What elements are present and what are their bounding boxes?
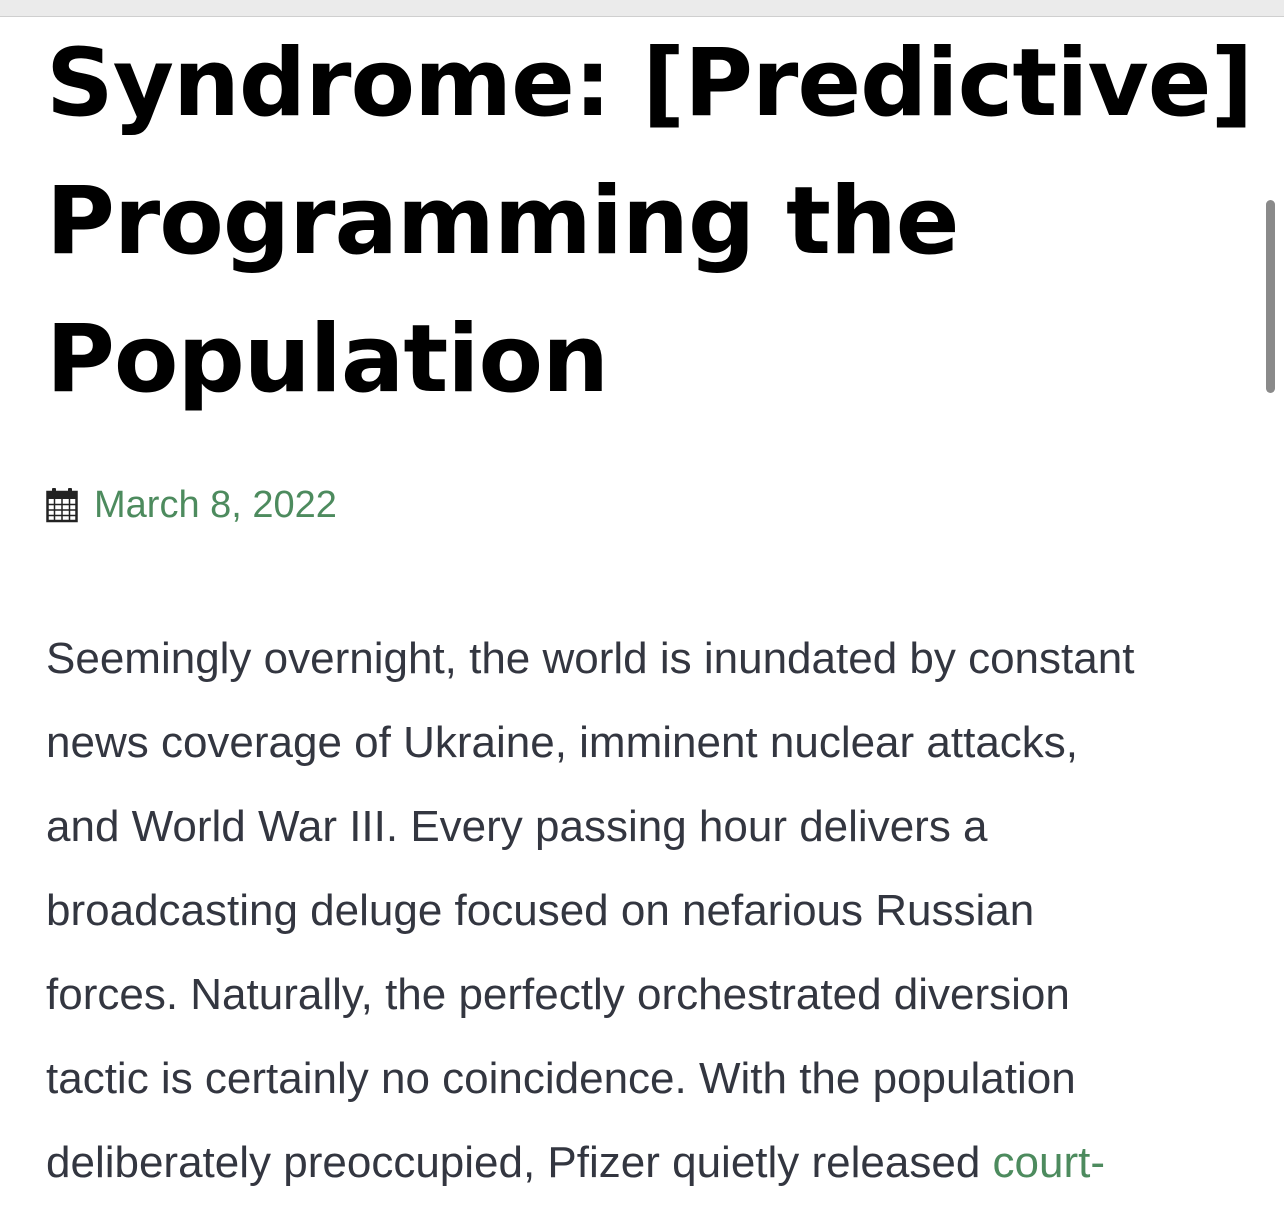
page-title-line: Population bbox=[46, 305, 609, 414]
post-meta: March 8, 2022 bbox=[46, 480, 337, 530]
court-documents-link[interactable]: court- bbox=[993, 1138, 1105, 1187]
page-title-line: Syndrome: [Predictive] bbox=[46, 29, 1253, 138]
article-line: news coverage of Ukraine, imminent nucle… bbox=[46, 718, 1079, 767]
article-line: tactic is certainly no coincidence. With… bbox=[46, 1054, 1076, 1103]
article-line-with-link: deliberately preoccupied, Pfizer quietly… bbox=[46, 1121, 1246, 1205]
article-body: Seemingly overnight, the world is inunda… bbox=[46, 617, 1246, 1205]
article-line: forces. Naturally, the perfectly orchest… bbox=[46, 970, 1070, 1019]
page-title: Syndrome: [Predictive] Programming the P… bbox=[46, 15, 1253, 429]
article-line: Seemingly overnight, the world is inunda… bbox=[46, 634, 1135, 683]
article-line-text: deliberately preoccupied, Pfizer quietly… bbox=[46, 1138, 993, 1187]
post-date-link[interactable]: March 8, 2022 bbox=[94, 484, 337, 527]
calendar-icon bbox=[46, 487, 78, 523]
scrollbar-thumb[interactable] bbox=[1266, 200, 1275, 393]
page-title-line: Programming the bbox=[46, 167, 960, 276]
article-container: Syndrome: [Predictive] Programming the P… bbox=[46, 15, 1253, 1187]
article-line: and World War III. Every passing hour de… bbox=[46, 802, 988, 851]
article-line: broadcasting deluge focused on nefarious… bbox=[46, 886, 1035, 935]
